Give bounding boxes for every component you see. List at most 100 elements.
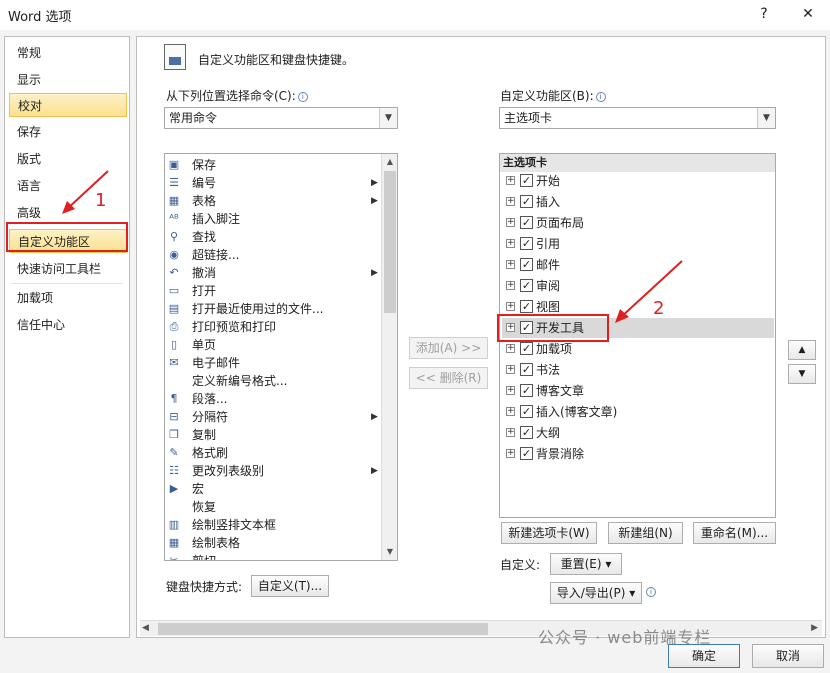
sidebar-item-quick-access-toolbar[interactable]: 快速访问工具栏	[9, 257, 127, 281]
commands-source-dropdown[interactable]: 常用命令 ▼	[164, 107, 398, 129]
expand-icon[interactable]: +	[506, 365, 515, 374]
sidebar-item-trust-center[interactable]: 信任中心	[9, 313, 127, 337]
ribbon-tab-item[interactable]: + ✓ 插入(博客文章)	[502, 402, 774, 422]
add-command-button[interactable]: 添加(A) >>	[409, 337, 488, 359]
ribbon-tab-item[interactable]: + ✓ 背景消除	[502, 444, 774, 464]
ribbon-tab-label: 审阅	[536, 279, 561, 293]
scroll-up-icon[interactable]: ▲	[382, 154, 397, 170]
tab-checkbox[interactable]: ✓	[520, 363, 533, 376]
command-label: 分隔符	[192, 410, 229, 424]
command-label: 打开	[192, 284, 217, 298]
close-button[interactable]: ✕	[796, 3, 820, 25]
customize-ribbon-text: 自定义功能区(B):	[500, 89, 594, 103]
ribbon-tab-item[interactable]: + ✓ 书法	[502, 360, 774, 380]
expand-icon[interactable]: +	[506, 260, 515, 269]
expand-icon[interactable]: +	[506, 386, 515, 395]
sidebar-item-save[interactable]: 保存	[9, 120, 127, 144]
scroll-down-icon[interactable]: ▼	[382, 544, 397, 560]
expand-icon[interactable]: +	[506, 281, 515, 290]
submenu-arrow-icon: ▶	[371, 196, 378, 206]
tab-checkbox[interactable]: ✓	[520, 447, 533, 460]
tab-checkbox[interactable]: ✓	[520, 258, 533, 271]
new-tab-button[interactable]: 新建选项卡(W)	[501, 522, 597, 544]
tab-checkbox[interactable]: ✓	[520, 384, 533, 397]
command-label: 保存	[192, 158, 217, 172]
highlight-box-developer-tab	[497, 314, 609, 342]
ribbon-tab-item[interactable]: + ✓ 加载项	[502, 339, 774, 359]
tab-checkbox[interactable]: ✓	[520, 300, 533, 313]
tab-checkbox[interactable]: ✓	[520, 405, 533, 418]
command-label: 编号	[192, 176, 217, 190]
redo-icon	[167, 500, 181, 514]
sidebar-item-display[interactable]: 显示	[9, 68, 127, 92]
expand-icon[interactable]: +	[506, 428, 515, 437]
paragraph-icon: ¶	[170, 392, 178, 405]
customizations-label: 自定义:	[500, 558, 541, 572]
ribbon-tab-item[interactable]: + ✓ 开始	[502, 171, 774, 191]
sidebar-item-addins[interactable]: 加载项	[9, 286, 127, 310]
submenu-arrow-icon: ▶	[371, 412, 378, 422]
expand-icon[interactable]: +	[506, 218, 515, 227]
tab-checkbox[interactable]: ✓	[520, 195, 533, 208]
annotation-label-1: 1	[95, 190, 107, 211]
command-label: 打印预览和打印	[192, 320, 277, 334]
ribbon-tab-item[interactable]: + ✓ 博客文章	[502, 381, 774, 401]
expand-icon[interactable]: +	[506, 344, 515, 353]
number-format-icon	[167, 374, 181, 388]
new-group-button[interactable]: 新建组(N)	[608, 522, 683, 544]
tab-checkbox[interactable]: ✓	[520, 174, 533, 187]
format-painter-icon: ✎	[169, 446, 179, 459]
expand-icon[interactable]: +	[506, 302, 515, 311]
remove-command-button[interactable]: << 删除(R)	[409, 367, 488, 389]
commands-list[interactable]: ▣ 保存 ☰ 编号 ▶ ▦ 表格 ▶ ᴬᴮ 插入脚注 ⚲ 查找 ◉ 超链接... ↶ 撤消 ▶ ▭ 打开 ▤ 打开最近使…	[164, 153, 398, 561]
expand-icon[interactable]: +	[506, 176, 515, 185]
sidebar-item-proofing[interactable]: 校对	[9, 93, 127, 117]
ribbon-tab-label: 邮件	[536, 258, 561, 272]
commands-list-scrollbar[interactable]: ▲ ▼	[381, 154, 397, 560]
tab-checkbox[interactable]: ✓	[520, 279, 533, 292]
command-label: 段落...	[192, 392, 228, 406]
keyboard-shortcuts-label: 键盘快捷方式:	[166, 580, 243, 594]
scroll-left-icon[interactable]: ◀	[142, 623, 149, 633]
import-export-dropdown-button[interactable]: 导入/导出(P) ▾	[550, 582, 642, 604]
command-label: 宏	[192, 482, 205, 496]
command-label: 电子邮件	[192, 356, 241, 370]
ribbon-tab-label: 引用	[536, 237, 561, 251]
tab-checkbox[interactable]: ✓	[520, 426, 533, 439]
horizontal-scrollbar[interactable]: ◀ ▶	[140, 620, 822, 636]
ribbon-tab-item[interactable]: + ✓ 大纲	[502, 423, 774, 443]
ribbon-tab-item[interactable]: + ✓ 插入	[502, 192, 774, 212]
move-up-button[interactable]: ▲	[788, 340, 816, 360]
macro-icon: ▶	[169, 482, 179, 495]
ribbon-tabs-value: 主选项卡	[504, 111, 553, 125]
ribbon-tabs-dropdown[interactable]: 主选项卡 ▼	[499, 107, 776, 129]
expand-icon[interactable]: +	[506, 197, 515, 206]
move-down-button[interactable]: ▼	[788, 364, 816, 384]
customize-keyboard-button[interactable]: 自定义(T)...	[251, 575, 329, 597]
chevron-down-icon[interactable]: ▼	[379, 108, 397, 128]
scrollbar-thumb[interactable]	[384, 171, 396, 313]
chevron-down-icon[interactable]: ▼	[757, 108, 775, 128]
expand-icon[interactable]: +	[506, 239, 515, 248]
tab-checkbox[interactable]: ✓	[520, 237, 533, 250]
rename-button[interactable]: 重命名(M)...	[693, 522, 776, 544]
ribbon-tab-label: 博客文章	[536, 384, 585, 398]
choose-commands-label: 从下列位置选择命令(C): i	[166, 87, 308, 104]
scrollbar-thumb[interactable]	[158, 623, 488, 635]
tab-checkbox[interactable]: ✓	[520, 342, 533, 355]
ribbon-tab-label: 插入(博客文章)	[536, 405, 618, 419]
numbering-icon: ☰	[169, 176, 179, 189]
reset-dropdown-button[interactable]: 重置(E) ▾	[550, 553, 622, 575]
cancel-button[interactable]: 取消	[752, 644, 824, 668]
expand-icon[interactable]: +	[506, 407, 515, 416]
ribbon-tab-item[interactable]: + ✓ 引用	[502, 234, 774, 254]
sidebar-item-general[interactable]: 常规	[9, 41, 127, 65]
expand-icon[interactable]: +	[506, 449, 515, 458]
ribbon-tab-item[interactable]: + ✓ 页面布局	[502, 213, 774, 233]
ok-button[interactable]: 确定	[668, 644, 740, 668]
help-button[interactable]: ?	[752, 3, 776, 25]
tab-checkbox[interactable]: ✓	[520, 216, 533, 229]
ribbon-tab-label: 开始	[536, 174, 561, 188]
scroll-right-icon[interactable]: ▶	[811, 623, 818, 633]
ribbon-tab-label: 插入	[536, 195, 561, 209]
